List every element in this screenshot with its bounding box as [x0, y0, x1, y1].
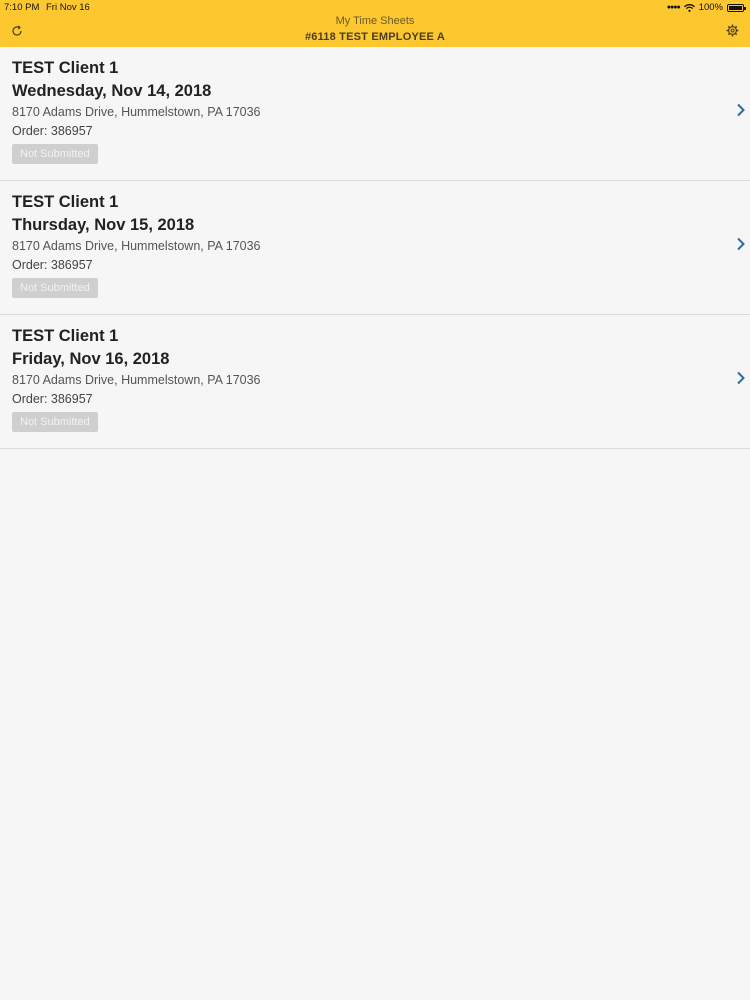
- employee-subtitle: #6118 TEST EMPLOYEE A: [304, 31, 446, 43]
- battery-icon: [727, 3, 746, 12]
- status-time: 7:10 PM: [4, 2, 40, 13]
- chevron-right-icon[interactable]: [736, 371, 746, 385]
- order-number: Order: 386957: [12, 124, 93, 138]
- battery-percent: 100%: [698, 2, 723, 13]
- order-number: Order: 386957: [12, 258, 93, 272]
- timesheet-row[interactable]: TEST Client 1 Thursday, Nov 15, 2018 817…: [0, 181, 750, 315]
- chevron-right-icon[interactable]: [736, 103, 746, 117]
- timesheet-date: Wednesday, Nov 14, 2018: [12, 82, 212, 100]
- client-name: TEST Client 1: [12, 59, 119, 77]
- status-badge: Not Submitted: [12, 278, 98, 298]
- status-badge: Not Submitted: [12, 412, 98, 432]
- navigation-bar: 7:10 PM Fri Nov 16 ●●●● 100% My Time She…: [0, 0, 750, 47]
- timesheet-date: Friday, Nov 16, 2018: [12, 350, 170, 368]
- job-address: 8170 Adams Drive, Hummelstown, PA 17036: [12, 239, 261, 253]
- order-number: Order: 386957: [12, 392, 93, 406]
- timesheet-list: TEST Client 1 Wednesday, Nov 14, 2018 81…: [0, 47, 750, 449]
- wifi-icon: [683, 3, 695, 12]
- page-title: My Time Sheets: [335, 15, 415, 27]
- timesheet-date: Thursday, Nov 15, 2018: [12, 216, 195, 234]
- job-address: 8170 Adams Drive, Hummelstown, PA 17036: [12, 105, 261, 119]
- signal-icon: ●●●●: [666, 4, 681, 11]
- timesheet-row[interactable]: TEST Client 1 Friday, Nov 16, 2018 8170 …: [0, 315, 750, 449]
- job-address: 8170 Adams Drive, Hummelstown, PA 17036: [12, 373, 261, 387]
- status-indicators: ●●●● 100%: [666, 2, 746, 13]
- status-date: Fri Nov 16: [46, 2, 90, 13]
- timesheet-row[interactable]: TEST Client 1 Wednesday, Nov 14, 2018 81…: [0, 47, 750, 181]
- client-name: TEST Client 1: [12, 193, 119, 211]
- chevron-right-icon[interactable]: [736, 237, 746, 251]
- client-name: TEST Client 1: [12, 327, 119, 345]
- status-badge: Not Submitted: [12, 144, 98, 164]
- gear-icon[interactable]: [726, 24, 739, 37]
